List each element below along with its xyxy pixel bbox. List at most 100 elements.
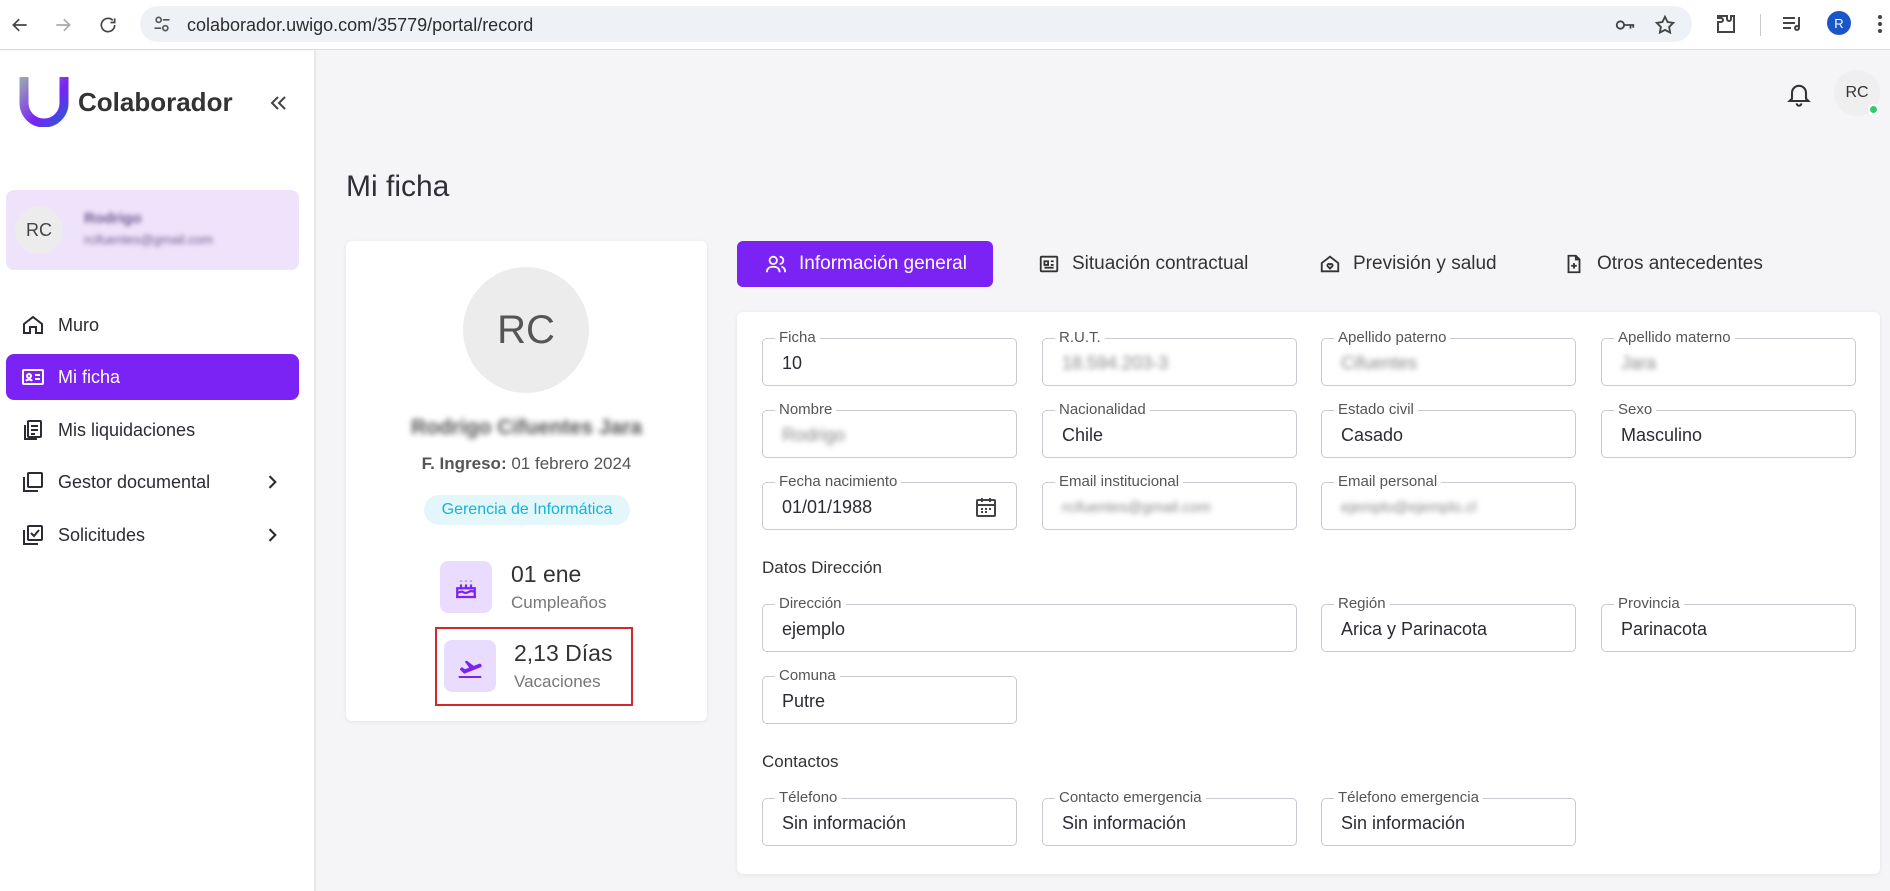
media-queue-icon[interactable] bbox=[1780, 12, 1804, 36]
field-label: Sexo bbox=[1614, 401, 1657, 418]
back-button[interactable] bbox=[5, 10, 35, 40]
key-icon[interactable] bbox=[1614, 14, 1636, 36]
sidebar-item-mis-liquidaciones[interactable]: Mis liquidaciones bbox=[6, 407, 299, 453]
comuna-field[interactable]: Comuna Putre bbox=[762, 667, 1017, 724]
extensions-icon[interactable] bbox=[1714, 12, 1738, 36]
sidebar-item-label: Muro bbox=[58, 315, 100, 335]
tab-label: Previsión y salud bbox=[1353, 253, 1497, 274]
site-settings-icon[interactable] bbox=[152, 14, 172, 34]
nombre-field[interactable]: Nombre Rodrigo bbox=[762, 401, 1017, 458]
ingreso-date: F. Ingreso: 01 febrero 2024 bbox=[346, 454, 707, 474]
field-value: 10 bbox=[782, 353, 803, 373]
payslips-icon bbox=[24, 420, 42, 440]
online-status-dot bbox=[1868, 104, 1879, 115]
tab-label: Situación contractual bbox=[1072, 253, 1249, 274]
chevron-right-icon bbox=[268, 528, 277, 542]
address-bar[interactable]: colaborador.uwigo.com/35779/portal/recor… bbox=[140, 6, 1692, 42]
profile-card: RC Rodrigo Cifuentes Jara F. Ingreso: 01… bbox=[346, 241, 707, 721]
field-value: Arica y Parinacota bbox=[1341, 619, 1488, 639]
arrow-left-icon bbox=[12, 18, 27, 32]
url-text[interactable]: colaborador.uwigo.com/35779/portal/recor… bbox=[187, 15, 533, 36]
user-card[interactable]: RC Rodrigo rcifuentes@gmail.com bbox=[6, 190, 299, 270]
fecha-nacimiento-field[interactable]: Fecha nacimiento 01/01/1988 bbox=[762, 473, 1017, 530]
birthday-value: 01 ene bbox=[511, 561, 582, 587]
section-title-contactos: Contactos bbox=[762, 752, 839, 771]
home-icon bbox=[23, 315, 43, 334]
sidebar-item-muro[interactable]: Muro bbox=[6, 302, 299, 348]
more-vert-icon[interactable] bbox=[1868, 12, 1890, 36]
ingreso-value: 01 febrero 2024 bbox=[511, 454, 632, 473]
sidebar-item-gestor-documental[interactable]: Gestor documental bbox=[6, 459, 299, 505]
browser-profile-avatar[interactable]: R bbox=[1827, 11, 1851, 35]
field-value: ejemplo bbox=[782, 619, 846, 639]
profile-full-name: Rodrigo Cifuentes Jara bbox=[410, 416, 643, 439]
sexo-field[interactable]: Sexo Masculino bbox=[1601, 401, 1856, 458]
field-value: ejemplo@ejemplo.cl bbox=[1341, 499, 1477, 516]
sidebar-item-label: Mis liquidaciones bbox=[58, 420, 196, 440]
collapse-sidebar-icon[interactable] bbox=[266, 91, 290, 115]
sidebar-item-solicitudes[interactable]: Solicitudes bbox=[6, 512, 299, 558]
cake-icon bbox=[456, 580, 476, 599]
calendar-icon[interactable] bbox=[974, 495, 998, 519]
apellido-paterno-field[interactable]: Apellido paterno Cifuentes bbox=[1321, 329, 1576, 386]
field-label: Ficha bbox=[775, 329, 820, 346]
field-label: Fecha nacimiento bbox=[775, 473, 902, 490]
field-label: Región bbox=[1334, 595, 1390, 612]
field-label: Estado civil bbox=[1334, 401, 1418, 418]
estado-civil-field[interactable]: Estado civil Casado bbox=[1321, 401, 1576, 458]
field-value: Parinacota bbox=[1621, 619, 1708, 639]
telefono-field[interactable]: Télefono Sin información bbox=[762, 789, 1017, 846]
birthday-stat-icon bbox=[440, 561, 492, 613]
field-value: Sin información bbox=[1062, 813, 1187, 833]
users-icon bbox=[765, 255, 787, 273]
nacionalidad-field[interactable]: Nacionalidad Chile bbox=[1042, 401, 1297, 458]
browser-toolbar: colaborador.uwigo.com/35779/portal/recor… bbox=[0, 0, 1890, 50]
rut-field[interactable]: R.U.T. 18.594.203-3 bbox=[1042, 329, 1297, 386]
contacto-emergencia-field[interactable]: Contacto emergencia Sin información bbox=[1042, 789, 1297, 846]
tab-situacion-contractual[interactable]: Situación contractual bbox=[1038, 241, 1248, 287]
sidebar-item-mi-ficha[interactable]: Mi ficha bbox=[6, 354, 299, 400]
field-value: Rodrigo bbox=[782, 425, 846, 445]
direccion-field[interactable]: Dirección ejemplo bbox=[762, 595, 1297, 652]
field-value: Sin información bbox=[782, 813, 907, 833]
chevron-right-icon bbox=[268, 475, 277, 489]
apellido-materno-field[interactable]: Apellido materno Jara bbox=[1601, 329, 1856, 386]
field-label: Nacionalidad bbox=[1055, 401, 1150, 418]
file-plus-icon bbox=[1567, 254, 1581, 274]
sidebar-item-label: Solicitudes bbox=[58, 525, 146, 545]
tab-otros-antecedentes[interactable]: Otros antecedentes bbox=[1563, 241, 1763, 287]
field-label: Télefono bbox=[775, 789, 842, 806]
sidebar-item-label: Mi ficha bbox=[58, 367, 121, 387]
contract-icon bbox=[1039, 255, 1059, 273]
field-value: Jara bbox=[1621, 353, 1657, 373]
field-label: Télefono emergencia bbox=[1334, 789, 1483, 806]
telefono-emergencia-field[interactable]: Télefono emergencia Sin información bbox=[1321, 789, 1576, 846]
page-title: Mi ficha bbox=[346, 170, 450, 203]
field-label: Email institucional bbox=[1055, 473, 1184, 490]
forward-button[interactable] bbox=[48, 10, 78, 40]
health-home-icon bbox=[1320, 255, 1340, 273]
reload-icon bbox=[100, 17, 116, 33]
field-label: Provincia bbox=[1614, 595, 1684, 612]
field-value: 18.594.203-3 bbox=[1062, 353, 1169, 373]
uwigo-logo bbox=[19, 77, 69, 127]
reload-button[interactable] bbox=[93, 10, 123, 40]
email-institucional-field[interactable]: Email institucional rcifuentes@gmail.com bbox=[1042, 473, 1297, 530]
tab-informacion-general[interactable]: Información general bbox=[737, 241, 993, 287]
star-icon[interactable] bbox=[1654, 14, 1676, 36]
field-value: Cifuentes bbox=[1341, 353, 1418, 373]
avatar: RC bbox=[15, 206, 63, 254]
general-info-form: Ficha 10 R.U.T. 18.594.203-3 Apellido pa… bbox=[737, 312, 1880, 874]
field-label: Contacto emergencia bbox=[1055, 789, 1206, 806]
ficha-field[interactable]: Ficha 10 bbox=[762, 329, 1017, 386]
field-value: Chile bbox=[1062, 425, 1104, 445]
profile-avatar: RC bbox=[463, 267, 589, 393]
email-personal-field[interactable]: Email personal ejemplo@ejemplo.cl bbox=[1321, 473, 1576, 530]
region-field[interactable]: Región Arica y Parinacota bbox=[1321, 595, 1576, 652]
notifications-bell-icon[interactable] bbox=[1785, 80, 1813, 108]
provincia-field[interactable]: Provincia Parinacota bbox=[1601, 595, 1856, 652]
tab-prevision-salud[interactable]: Previsión y salud bbox=[1319, 241, 1497, 287]
ingreso-label: F. Ingreso: bbox=[421, 454, 507, 473]
field-value: Casado bbox=[1341, 425, 1404, 445]
field-label: Comuna bbox=[775, 667, 840, 684]
